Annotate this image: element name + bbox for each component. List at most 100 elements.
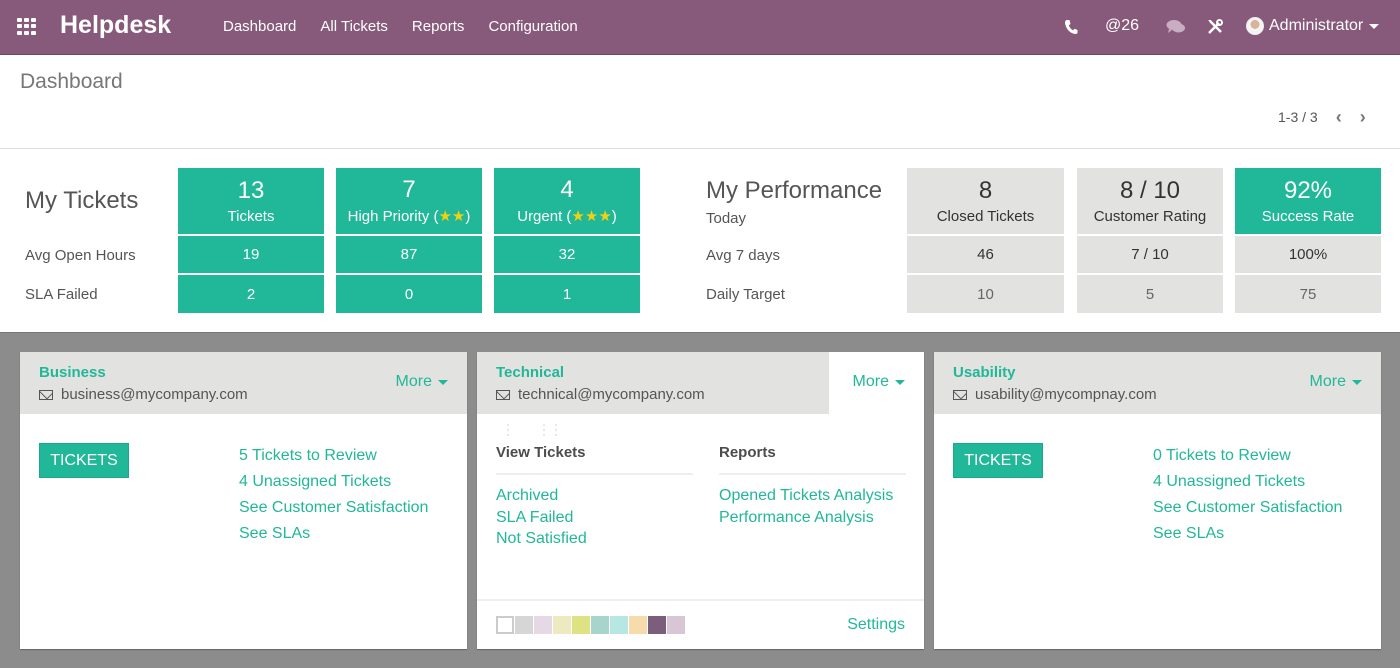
color-swatch[interactable] (515, 616, 533, 634)
team-name: Usability (953, 364, 1016, 381)
customer-satisfaction-link[interactable]: See Customer Satisfaction (1153, 495, 1342, 521)
team-links: 5 Tickets to Review 4 Unassigned Tickets… (239, 443, 428, 547)
success-rate-daily-target[interactable]: 75 (1235, 275, 1381, 313)
opened-tickets-analysis-link[interactable]: Opened Tickets Analysis (719, 485, 893, 507)
tickets-sla-failed[interactable]: 2 (178, 275, 324, 313)
pager-previous-icon[interactable]: ‹ (1336, 108, 1342, 126)
high-priority-label: High Priority (★★) (348, 207, 471, 225)
drag-handle-icon (503, 424, 563, 436)
color-swatch[interactable] (667, 616, 685, 634)
customer-rating-tile[interactable]: 8 / 10 Customer Rating (1077, 168, 1223, 234)
avatar (1246, 17, 1264, 35)
menu-configuration[interactable]: Configuration (488, 18, 577, 35)
team-card-usability: Usability usability@mycompnay.com More T… (934, 352, 1381, 649)
color-swatch[interactable] (534, 616, 552, 634)
archived-link[interactable]: Archived (496, 485, 587, 507)
high-priority-tile[interactable]: 7 High Priority (★★) (336, 168, 482, 234)
performance-analysis-link[interactable]: Performance Analysis (719, 507, 893, 529)
team-card-business: Business business@mycompany.com More TIC… (20, 352, 467, 649)
menu-all-tickets[interactable]: All Tickets (320, 18, 388, 35)
color-swatch[interactable] (572, 616, 590, 634)
closed-tickets-daily-target[interactable]: 10 (907, 275, 1064, 313)
label-text: Urgent ( (517, 208, 572, 225)
value: 46 (977, 246, 994, 263)
value: 1 (562, 285, 572, 303)
not-satisfied-link[interactable]: Not Satisfied (496, 528, 587, 550)
tickets-button[interactable]: TICKETS (39, 443, 129, 478)
user-menu[interactable]: Administrator (1246, 17, 1380, 35)
team-name: Business (39, 364, 106, 381)
mentions-counter[interactable]: @26 (1105, 17, 1139, 35)
unassigned-tickets-link[interactable]: 4 Unassigned Tickets (239, 469, 428, 495)
view-tickets-links: Archived SLA Failed Not Satisfied (496, 485, 587, 550)
view-tickets-heading: View Tickets (496, 444, 693, 475)
email-text: technical@mycompany.com (518, 386, 705, 403)
more-dropdown[interactable]: More (1310, 373, 1362, 391)
apps-grid-icon[interactable] (17, 18, 37, 35)
team-card-technical: Technical technical@mycompany.com More V… (477, 352, 924, 649)
label-text: High Priority ( (347, 208, 439, 225)
more-dropdown[interactable]: More (853, 373, 905, 391)
color-swatch[interactable] (496, 616, 514, 634)
see-slas-link[interactable]: See SLAs (1153, 521, 1342, 547)
star-icon: ★★ (438, 208, 466, 225)
urgent-count: 4 (560, 176, 574, 203)
email-text: usability@mycompnay.com (975, 386, 1157, 403)
team-links: 0 Tickets to Review 4 Unassigned Tickets… (1153, 443, 1342, 547)
menu-dashboard[interactable]: Dashboard (223, 18, 296, 35)
label-suffix: ) (611, 208, 617, 225)
card-footer: Settings (477, 599, 924, 649)
my-performance-title: My Performance (706, 177, 883, 204)
phone-icon[interactable] (1064, 19, 1078, 39)
tickets-count-tile[interactable]: 13 Tickets (178, 168, 324, 234)
more-label: More (1309, 373, 1346, 390)
urgent-label: Urgent (★★★) (517, 207, 617, 225)
color-swatch[interactable] (553, 616, 571, 634)
sla-failed-link[interactable]: SLA Failed (496, 507, 587, 529)
customer-rating-avg-7-days: 7 / 10 (1077, 236, 1223, 273)
user-name: Administrator (1269, 17, 1364, 34)
value: 7 / 10 (1131, 246, 1169, 263)
row-label-today: Today (706, 210, 747, 227)
tools-icon[interactable] (1207, 19, 1223, 39)
closed-tickets-tile[interactable]: 8 Closed Tickets (907, 168, 1064, 234)
color-swatch[interactable] (591, 616, 609, 634)
color-swatch[interactable] (648, 616, 666, 634)
app-brand[interactable]: Helpdesk (60, 11, 171, 40)
envelope-icon (39, 389, 53, 400)
more-label: More (395, 373, 432, 390)
more-dropdown[interactable]: More (396, 373, 448, 391)
tickets-avg-open-hours[interactable]: 19 (178, 236, 324, 273)
tickets-count: 13 (237, 176, 265, 204)
team-email: business@mycompany.com (39, 386, 248, 403)
settings-link[interactable]: Settings (847, 616, 905, 634)
urgent-tile[interactable]: 4 Urgent (★★★) (494, 168, 640, 234)
urgent-avg-open-hours[interactable]: 32 (494, 236, 640, 273)
pager-next-icon[interactable]: › (1360, 108, 1366, 126)
success-rate-label: Success Rate (1261, 207, 1355, 225)
team-name: Technical (496, 364, 565, 381)
high-priority-avg-open-hours[interactable]: 87 (336, 236, 482, 273)
customer-satisfaction-link[interactable]: See Customer Satisfaction (239, 495, 428, 521)
more-label: More (852, 373, 889, 390)
success-rate-avg-7-days: 100% (1235, 236, 1381, 273)
closed-tickets-label: Closed Tickets (936, 207, 1035, 225)
menu-reports[interactable]: Reports (412, 18, 465, 35)
value: 10 (977, 285, 994, 303)
caret-down-icon (1352, 379, 1362, 385)
unassigned-tickets-link[interactable]: 4 Unassigned Tickets (1153, 469, 1342, 495)
see-slas-link[interactable]: See SLAs (239, 521, 428, 547)
chat-icon[interactable] (1166, 19, 1186, 39)
pager-value[interactable]: 1-3 / 3 (1278, 109, 1318, 125)
row-label-daily-target: Daily Target (706, 286, 785, 303)
team-email: technical@mycompany.com (496, 386, 705, 403)
color-swatch[interactable] (610, 616, 628, 634)
customer-rating-daily-target[interactable]: 5 (1077, 275, 1223, 313)
color-swatch[interactable] (629, 616, 647, 634)
high-priority-sla-failed[interactable]: 0 (336, 275, 482, 313)
tickets-to-review-link[interactable]: 0 Tickets to Review (1153, 443, 1342, 469)
tickets-to-review-link[interactable]: 5 Tickets to Review (239, 443, 428, 469)
success-rate-tile[interactable]: 92% Success Rate (1235, 168, 1381, 234)
tickets-button[interactable]: TICKETS (953, 443, 1043, 478)
urgent-sla-failed[interactable]: 1 (494, 275, 640, 313)
